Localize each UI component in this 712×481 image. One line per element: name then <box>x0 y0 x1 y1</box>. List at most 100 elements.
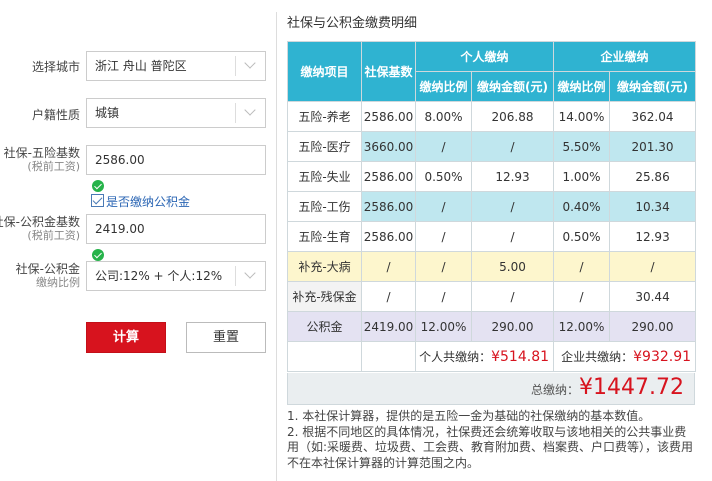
fund-base-input[interactable]: 2419.00 <box>86 214 266 244</box>
social-base-label-text: 社保-五险基数 <box>3 146 80 160</box>
city-select[interactable]: 浙江 舟山 普陀区 <box>86 51 266 81</box>
fund-ratio-label: 社保-公积金 缴纳比例 <box>16 262 80 290</box>
row-personal-ratio: 12.00% <box>415 311 472 342</box>
chevron-down-icon[interactable] <box>235 266 265 286</box>
row-base: 2586.00 <box>361 161 416 192</box>
header-item: 缴纳项目 <box>287 41 362 102</box>
chevron-down-icon[interactable] <box>235 103 265 123</box>
city-value: 浙江 舟山 普陀区 <box>95 59 187 73</box>
row-personal-amount: / <box>470 131 555 162</box>
social-base-sublabel: (税前工资) <box>27 160 80 173</box>
row-company-ratio: 0.40% <box>553 191 611 222</box>
company-total: 企业共缴纳：¥932.91 <box>553 341 697 372</box>
divider <box>276 12 277 481</box>
row-name: 五险-生育 <box>287 221 362 252</box>
table-header-row: 缴纳项目 社保基数 个人缴纳 企业缴纳 <box>287 41 697 102</box>
city-label: 选择城市 <box>31 60 80 74</box>
grand-total: 总缴纳：¥1447.72 <box>287 373 695 405</box>
row-personal-ratio: 0.50% <box>415 161 472 192</box>
table-row: 五险-养老 2586.00 8.00% 206.88 14.00% 362.04 <box>287 101 697 132</box>
row-base: 3660.00 <box>361 131 416 162</box>
row-personal-amount: / <box>470 281 555 312</box>
row-company-ratio: 0.50% <box>553 221 611 252</box>
row-company-amount: 25.86 <box>609 161 697 192</box>
row-base: 2586.00 <box>361 191 416 222</box>
personal-total-label: 个人共缴纳： <box>419 350 492 364</box>
fund-base-label-text: 社保-公积金基数 <box>0 215 80 229</box>
note-item: 1. 本社保计算器，提供的是五险一金为基础的社保缴纳的基本数值。 <box>287 409 651 423</box>
table-row: 公积金 2419.00 12.00% 290.00 12.00% 290.00 <box>287 311 697 342</box>
table-row: 补充-大病 / / 5.00 / / <box>287 251 697 282</box>
hukou-label: 户籍性质 <box>31 108 80 122</box>
header-personal-ratio: 缴纳比例 <box>415 71 472 102</box>
row-company-ratio: 14.00% <box>553 101 611 132</box>
hukou-value: 城镇 <box>95 106 120 120</box>
row-company-amount: / <box>609 251 697 282</box>
panel-title: 社保与公积金缴费明细 <box>287 16 418 31</box>
row-name: 公积金 <box>287 311 362 342</box>
row-personal-ratio: / <box>415 191 472 222</box>
fund-ratio-select[interactable]: 公司:12% + 个人:12% <box>86 261 266 291</box>
header-company-amount: 缴纳金额(元) <box>609 71 697 102</box>
contribution-table: 缴纳项目 社保基数 个人缴纳 企业缴纳 缴纳比例 缴纳金额(元) 缴纳比例 缴纳… <box>287 41 697 372</box>
fund-ratio-value: 公司:12% + 个人:12% <box>95 269 223 283</box>
row-personal-amount: / <box>470 191 555 222</box>
header-personal-amount: 缴纳金额(元) <box>470 71 555 102</box>
reset-button[interactable]: 重置 <box>186 322 266 353</box>
fund-ratio-label-text: 社保-公积金 <box>15 262 80 276</box>
row-base: 2586.00 <box>361 101 416 132</box>
hukou-select[interactable]: 城镇 <box>86 98 266 128</box>
calculate-button[interactable]: 计算 <box>86 322 166 353</box>
company-total-label: 企业共缴纳： <box>561 350 634 364</box>
table-row: 五险-医疗 3660.00 / / 5.50% 201.30 <box>287 131 697 162</box>
row-company-amount: 362.04 <box>609 101 697 132</box>
header-personal: 个人缴纳 <box>414 41 555 72</box>
row-personal-amount: 5.00 <box>470 251 555 282</box>
row-personal-amount: 290.00 <box>470 311 555 342</box>
table-row: 五险-工伤 2586.00 / / 0.40% 10.34 <box>287 191 697 222</box>
grand-total-value: ¥1447.72 <box>579 375 684 400</box>
personal-total: 个人共缴纳：¥514.81 <box>414 341 555 372</box>
row-company-amount: 30.44 <box>609 281 697 312</box>
row-personal-amount: 206.88 <box>470 101 555 132</box>
empty-cell <box>287 341 362 372</box>
chevron-down-icon[interactable] <box>235 56 265 76</box>
subtotal-row: 个人共缴纳：¥514.81 企业共缴纳：¥932.91 <box>287 341 697 372</box>
row-company-amount: 290.00 <box>609 311 697 342</box>
note-item: 2. 根据不同地区的具体情况，社保费还会统筹收取与该地相关的公共事业费用（如:采… <box>287 424 694 470</box>
empty-cell <box>361 341 416 372</box>
pay-fund-label[interactable]: 是否缴纳公积金 <box>106 193 190 210</box>
fund-base-sublabel: (税前工资) <box>27 229 80 242</box>
row-name: 补充-残保金 <box>287 281 362 312</box>
social-base-input[interactable]: 2586.00 <box>86 145 266 175</box>
row-base: / <box>361 251 416 282</box>
check-circle-icon <box>92 249 104 261</box>
row-name: 补充-大病 <box>287 251 362 282</box>
table-row: 五险-失业 2586.00 0.50% 12.93 1.00% 25.86 <box>287 161 697 192</box>
row-company-ratio: 12.00% <box>553 311 611 342</box>
social-base-label: 社保-五险基数 (税前工资) <box>4 146 80 174</box>
calculator-form: 选择城市 浙江 舟山 普陀区 户籍性质 城镇 社保-五险基数 (税前工资) 25… <box>0 0 272 481</box>
row-company-amount: 10.34 <box>609 191 697 222</box>
header-base: 社保基数 <box>361 41 416 102</box>
company-total-value: ¥932.91 <box>633 349 692 365</box>
row-company-ratio: / <box>553 251 611 282</box>
pay-fund-checkbox[interactable] <box>91 194 104 207</box>
row-personal-ratio: 8.00% <box>415 101 472 132</box>
row-base: 2419.00 <box>361 311 416 342</box>
check-circle-icon <box>92 180 104 192</box>
row-base: / <box>361 281 416 312</box>
row-name: 五险-医疗 <box>287 131 362 162</box>
fund-base-label: 社保-公积金基数 (税前工资) <box>0 215 80 243</box>
grand-total-label: 总缴纳： <box>531 383 580 397</box>
row-company-ratio: 5.50% <box>553 131 611 162</box>
row-personal-ratio: / <box>415 281 472 312</box>
table-row: 补充-残保金 / / / / 30.44 <box>287 281 697 312</box>
row-name: 五险-工伤 <box>287 191 362 222</box>
fund-ratio-sublabel: 缴纳比例 <box>36 276 80 289</box>
row-company-amount: 201.30 <box>609 131 697 162</box>
row-personal-amount: / <box>470 221 555 252</box>
row-name: 五险-养老 <box>287 101 362 132</box>
row-company-ratio: 1.00% <box>553 161 611 192</box>
header-company-ratio: 缴纳比例 <box>553 71 611 102</box>
